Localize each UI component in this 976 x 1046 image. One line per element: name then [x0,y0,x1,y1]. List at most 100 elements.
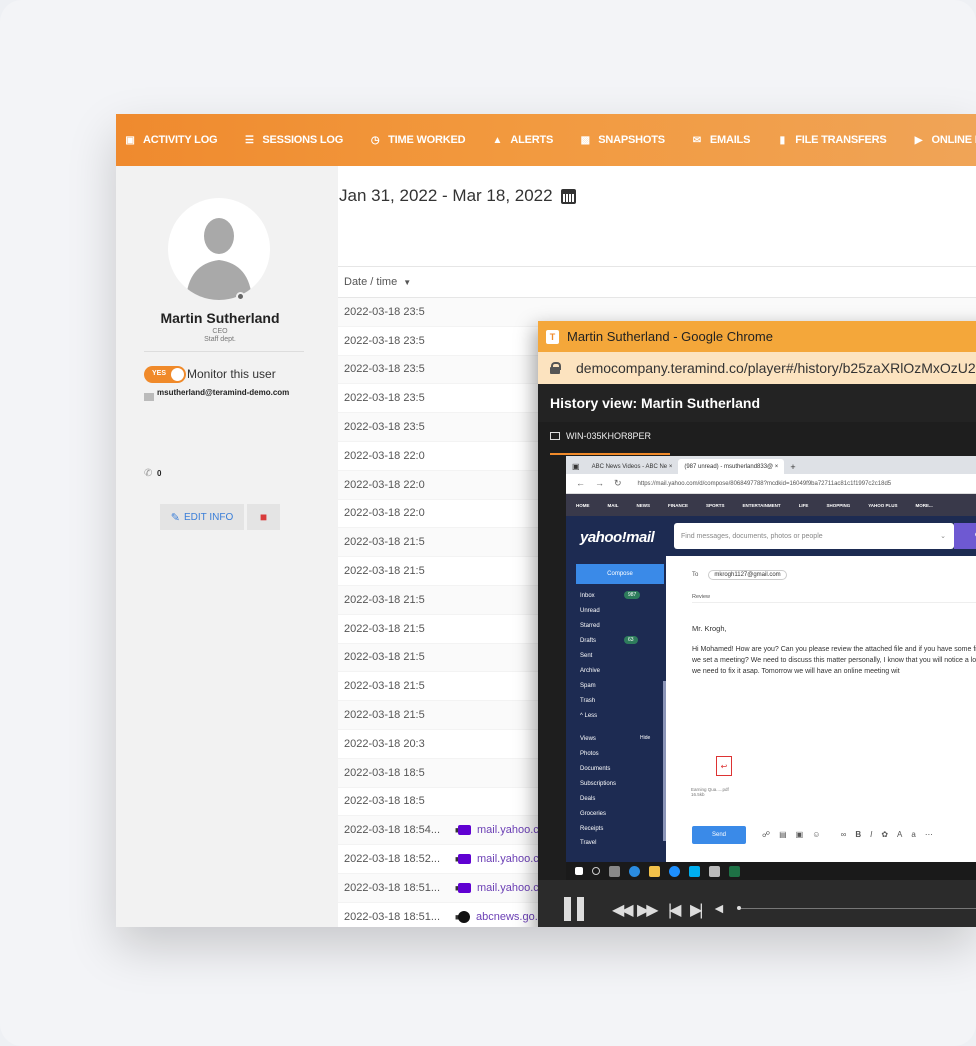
folder-item[interactable]: Receipts [580,826,603,832]
folder-item[interactable]: Sent [580,653,592,659]
delete-button[interactable]: ■ [247,504,280,530]
new-tab-icon[interactable]: + [784,459,801,474]
edge-icon[interactable] [629,865,640,877]
app-icon[interactable] [709,865,720,877]
mail-body-line: we set a meeting? We need to discuss thi… [692,657,976,664]
fast-forward-icon[interactable]: ▶▶ [637,900,659,920]
toggle-knob [171,368,184,381]
nav-time-worked[interactable]: ◷ TIME WORKED [369,134,466,146]
yahoo-menu-item[interactable]: MORE... [916,503,933,508]
recipient-chip[interactable]: mkrogh1127@gmail.com [708,570,787,580]
edit-info-label: EDIT INFO [183,511,234,523]
skip-back-icon[interactable]: |◀ [668,900,682,920]
user-phone: 0 [157,469,162,478]
nav-activity-log[interactable]: ▣ ACTIVITY LOG [124,134,217,146]
yahoo-search-input[interactable]: Find messages, documents, photos or peop… [674,523,954,549]
folder-item[interactable]: ^ Less [580,713,597,719]
computer-tab[interactable]: WIN-035KHOR8PER [550,431,651,441]
date-range-picker[interactable]: Jan 31, 2022 - Mar 18, 2022 [339,186,576,206]
yahoo-menu-item[interactable]: HOME [576,503,590,508]
skype-icon[interactable] [689,865,700,877]
subject-field[interactable]: Review [692,594,710,600]
yahoo-menu-item[interactable]: FINANCE [668,503,688,508]
folder-label: Subscriptions [580,781,617,787]
nav-emails[interactable]: ✉ EMAILS [691,134,751,146]
to-label: To [692,572,699,578]
volume-icon[interactable]: ◄ [712,900,726,916]
browser-icon[interactable] [669,865,680,877]
folder-item[interactable]: Subscriptions [580,781,616,787]
folder-item[interactable]: Photos [580,751,599,757]
yahoo-menu-item[interactable]: SHOPPING [826,503,850,508]
chevron-down-icon[interactable]: ⌄ [940,532,946,540]
search-icon[interactable] [592,867,600,875]
windows-start-icon[interactable] [575,867,583,875]
folder-label: Travel [580,840,597,846]
address-bar[interactable]: democompany.teramind.co/player#/history/… [538,352,976,384]
folder-item[interactable]: Documents [580,766,610,772]
skip-forward-icon[interactable]: ▶| [690,900,704,920]
pencil-icon: ✎ [170,511,180,524]
yahoo-header: yahoo!mail Find messages, documents, pho… [566,516,976,556]
nav-file-transfers[interactable]: ▮ FILE TRANSFERS [776,134,887,146]
browser-address-bar[interactable]: ←→↻ https://mail.yahoo.com/d/compose/806… [566,474,976,494]
monitor-toggle[interactable]: YES [144,366,186,383]
row-datetime: 2022-03-18 18:5 [344,766,425,779]
seek-handle[interactable] [737,906,741,910]
folder-item[interactable]: Unread [580,608,600,614]
pause-icon[interactable] [564,897,586,921]
date-time-header[interactable]: Date / time [344,276,397,288]
yahoo-menu-item[interactable]: YAHOO PLUS [868,503,897,508]
toggle-label: YES [152,370,167,377]
browser-nav-icons[interactable]: ←→↻ [576,478,632,489]
seek-bar[interactable] [738,908,976,909]
folder-item[interactable]: Trash [580,698,595,704]
folder-item[interactable]: Travel [580,840,596,846]
yahoo-menu-item[interactable]: NEWS [637,503,651,508]
yahoo-menu-item[interactable]: LIFE [799,503,809,508]
folder-item[interactable]: Inbox 987 [580,591,641,599]
compose-button[interactable]: Compose [576,564,664,584]
pdf-icon[interactable]: ↩ [716,756,732,776]
nav-alerts[interactable]: ▲ ALERTS [491,134,554,146]
folder-item[interactable]: Groceries [580,811,606,817]
format-toolbar[interactable]: ☍▤▣☺ ∞BI✿Aa⋯ [762,830,942,839]
activity-icon: ▣ [125,134,135,146]
yahoo-menu-item[interactable]: MAIL [608,503,619,508]
browser-tab-yahoo[interactable]: (987 unread) - msutherland833@ × [678,459,785,474]
folder-item[interactable]: Archive [580,668,600,674]
yahoo-menu-item[interactable]: ENTERTAINMENT [743,503,781,508]
phone-icon: ✆ [144,468,153,479]
clock-icon: ◷ [370,134,380,146]
history-view-header: History view: Martin Sutherland [538,384,976,422]
to-field[interactable]: To mkrogh1127@gmail.com [692,570,787,580]
search-button[interactable]: ⚲ [954,523,976,549]
send-button[interactable]: Send [692,826,746,844]
edit-info-button[interactable]: ✎ EDIT INFO [160,504,244,530]
folder-label: Starred [580,623,600,629]
mail-body[interactable]: Hi Mohamed! How are you? Can you please … [692,644,976,677]
history-view-title: History view: Martin Sutherland [550,395,761,411]
nav-sessions-log[interactable]: ☰ SESSIONS LOG [243,134,343,146]
teramind-app-window: ▣ ACTIVITY LOG ☰ SESSIONS LOG ◷ TIME WORKED… [116,114,976,927]
row-datetime: 2022-03-18 21:5 [344,593,425,606]
folder-item[interactable]: Spam [580,683,596,689]
folder-item[interactable]: Drafts 63 [580,636,638,644]
folder-item[interactable]: Starred [580,623,600,629]
rewind-icon[interactable]: ◀◀ [612,900,634,920]
folder-icon[interactable] [649,865,660,877]
sort-caret-icon[interactable]: ▼ [403,278,411,287]
date-range-text: Jan 31, 2022 - Mar 18, 2022 [339,186,553,205]
nav-online-meetings[interactable]: ▶ ONLINE MEETINGS [913,134,976,146]
calendar-icon[interactable] [560,188,576,204]
folder-item[interactable]: Deals [580,796,595,802]
excel-icon[interactable] [729,865,740,877]
folder-item[interactable]: Views Hide [580,735,650,742]
yahoo-sidebar: Compose Inbox 987 Unread Starred Drafts 63 Sen… [566,556,666,862]
browser-tab-abc[interactable]: ABC News Videos - ABC Ne × [586,459,679,474]
nav-snapshots[interactable]: ▩ SNAPSHOTS [579,134,665,146]
task-view-icon[interactable] [609,865,620,877]
nav-label: ACTIVITY LOG [143,134,218,146]
row-datetime: 2022-03-18 18:51... [344,910,441,923]
yahoo-menu-item[interactable]: SPORTS [706,503,725,508]
